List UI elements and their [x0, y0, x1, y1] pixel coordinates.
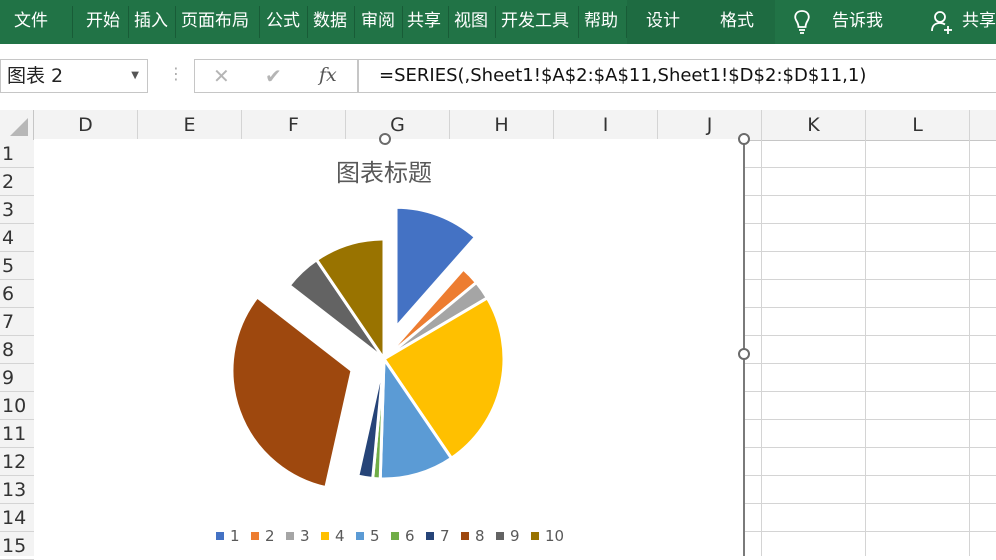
column-header-l[interactable]: L [866, 110, 970, 140]
tab-separator [402, 6, 403, 38]
chart-title[interactable]: 图表标题 [336, 159, 432, 187]
tab-separator [307, 6, 308, 38]
column-header-k[interactable]: K [762, 110, 866, 140]
insert-function-icon[interactable]: fx [319, 64, 337, 86]
legend-swatch-8 [461, 532, 469, 540]
legend-swatch-4 [321, 532, 329, 540]
column-header-f[interactable]: F [242, 110, 346, 140]
tab-separator [128, 6, 129, 38]
legend-label-6: 6 [405, 527, 415, 545]
tab-review[interactable]: 审阅 [361, 0, 395, 44]
tell-me-search[interactable]: 告诉我 [832, 0, 883, 44]
legend-label-9: 9 [510, 527, 520, 545]
tab-separator [354, 6, 355, 38]
name-box-value: 图表 2 [7, 65, 64, 87]
tab-page-layout[interactable]: 页面布局 [181, 0, 249, 44]
legend-label-4: 4 [335, 527, 345, 545]
row-header-12[interactable]: 12 [0, 448, 34, 476]
tab-view[interactable]: 视图 [454, 0, 488, 44]
tab-separator [495, 6, 496, 38]
column-headers: D E F G H I J K L [0, 110, 996, 141]
column-header-h[interactable]: H [450, 110, 554, 140]
pie-slices [230, 205, 506, 490]
pie-chart[interactable]: 图表标题 1 2 3 4 5 6 7 8 9 10 [34, 139, 743, 556]
tab-file[interactable]: 文件 [14, 0, 48, 44]
legend-swatch-5 [356, 532, 364, 540]
formula-input[interactable]: =SERIES(,Sheet1!$A$2:$A$11,Sheet1!$D$2:$… [358, 59, 996, 93]
legend-swatch-6 [391, 532, 399, 540]
select-all-button[interactable] [0, 110, 34, 140]
tab-separator [578, 6, 579, 38]
tab-separator [448, 6, 449, 38]
pie-slice-8[interactable] [230, 294, 354, 490]
row-header-13[interactable]: 13 [0, 476, 34, 504]
legend-label-1: 1 [230, 527, 240, 545]
resize-handle-right[interactable] [738, 348, 750, 360]
legend-label-5: 5 [370, 527, 380, 545]
tab-insert[interactable]: 插入 [134, 0, 168, 44]
share-user-icon[interactable] [930, 0, 956, 44]
cancel-icon[interactable]: ✕ [213, 64, 230, 88]
tab-home[interactable]: 开始 [86, 0, 120, 44]
legend-label-2: 2 [265, 527, 275, 545]
row-header-7[interactable]: 7 [0, 308, 34, 336]
row-header-3[interactable]: 3 [0, 196, 34, 224]
row-header-1[interactable]: 1 [0, 140, 34, 168]
lightbulb-icon[interactable] [792, 0, 816, 44]
row-header-5[interactable]: 5 [0, 252, 34, 280]
resize-handle-top-right[interactable] [738, 133, 750, 145]
chart-legend[interactable]: 1 2 3 4 5 6 7 8 9 10 [216, 527, 564, 545]
chart-area[interactable]: 图表标题 1 2 3 4 5 6 7 8 9 10 [34, 139, 745, 556]
legend-swatch-7 [426, 532, 434, 540]
ribbon-tabs: 文件 开始 插入 页面布局 公式 数据 审阅 共享 视图 开发工具 帮助 设计 … [0, 0, 996, 44]
legend-swatch-2 [251, 532, 259, 540]
share-button[interactable]: 共享 [962, 0, 996, 44]
legend-swatch-10 [531, 532, 539, 540]
formula-buttons: ✕ ✔ fx [194, 59, 358, 93]
legend-label-8: 8 [475, 527, 485, 545]
tab-format[interactable]: 格式 [720, 0, 754, 44]
column-header-e[interactable]: E [138, 110, 242, 140]
tab-design[interactable]: 设计 [646, 0, 680, 44]
legend-label-7: 7 [440, 527, 450, 545]
legend-swatch-1 [216, 532, 224, 540]
tab-separator [175, 6, 176, 38]
row-header-10[interactable]: 10 [0, 392, 34, 420]
enter-check-icon[interactable]: ✔ [265, 64, 282, 88]
resize-handle-top[interactable] [379, 133, 391, 145]
name-box[interactable]: 图表 2 ▼ [0, 59, 148, 93]
more-options-icon[interactable]: ⋮ [168, 64, 184, 83]
tab-separator [72, 6, 73, 38]
tab-formulas[interactable]: 公式 [266, 0, 300, 44]
legend-label-3: 3 [300, 527, 310, 545]
legend-swatch-9 [496, 532, 504, 540]
tab-developer[interactable]: 开发工具 [501, 0, 569, 44]
tab-data[interactable]: 数据 [313, 0, 347, 44]
column-header-i[interactable]: I [554, 110, 658, 140]
row-header-6[interactable]: 6 [0, 280, 34, 308]
tab-share[interactable]: 共享 [407, 0, 441, 44]
row-header-8[interactable]: 8 [0, 336, 34, 364]
tab-separator [259, 6, 260, 38]
row-header-2[interactable]: 2 [0, 168, 34, 196]
row-headers: 1 2 3 4 5 6 7 8 9 10 11 12 13 14 15 [0, 140, 35, 560]
tab-help[interactable]: 帮助 [584, 0, 618, 44]
row-header-14[interactable]: 14 [0, 504, 34, 532]
chevron-down-icon[interactable]: ▼ [131, 60, 139, 92]
row-header-4[interactable]: 4 [0, 224, 34, 252]
row-header-9[interactable]: 9 [0, 364, 34, 392]
legend-swatch-3 [286, 532, 294, 540]
legend-label-10: 10 [545, 527, 564, 545]
row-header-11[interactable]: 11 [0, 420, 34, 448]
column-header-g[interactable]: G [346, 110, 450, 140]
column-header-d[interactable]: D [34, 110, 138, 140]
formula-bar: 图表 2 ▼ ⋮ ✕ ✔ fx =SERIES(,Sheet1!$A$2:$A$… [0, 44, 996, 111]
